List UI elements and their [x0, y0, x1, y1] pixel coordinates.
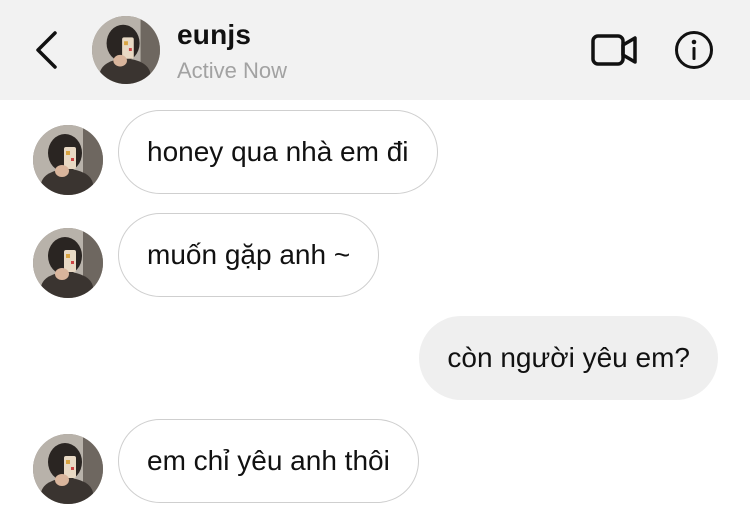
message-bubble-incoming[interactable]: em chỉ yêu anh thôi [118, 419, 419, 503]
profile-avatar[interactable] [92, 16, 160, 84]
chat-username[interactable]: eunjs [177, 19, 251, 51]
message-text: honey qua nhà em đi [147, 136, 409, 167]
info-icon [675, 31, 713, 69]
chat-header: eunjs Active Now [0, 0, 750, 100]
avatar-image [33, 228, 103, 298]
avatar-image [33, 434, 103, 504]
message-text: em chỉ yêu anh thôi [147, 445, 390, 476]
sender-avatar[interactable] [33, 434, 103, 504]
avatar-image [92, 16, 160, 84]
message-bubble-incoming[interactable]: muốn gặp anh ~ [118, 213, 380, 297]
info-button[interactable] [672, 30, 716, 70]
message-bubble-incoming[interactable]: honey qua nhà em đi [118, 110, 438, 194]
chevron-left-icon [36, 31, 57, 69]
active-status: Active Now [177, 58, 288, 83]
message-bubble-outgoing[interactable]: còn người yêu em? [419, 316, 718, 400]
video-call-button[interactable] [590, 30, 640, 70]
video-camera-icon [591, 34, 637, 66]
message-text: còn người yêu em? [447, 342, 690, 373]
avatar-image [33, 125, 103, 195]
back-button[interactable] [28, 28, 64, 72]
message-text: muốn gặp anh ~ [147, 239, 351, 270]
sender-avatar[interactable] [33, 228, 103, 298]
sender-avatar[interactable] [33, 125, 103, 195]
